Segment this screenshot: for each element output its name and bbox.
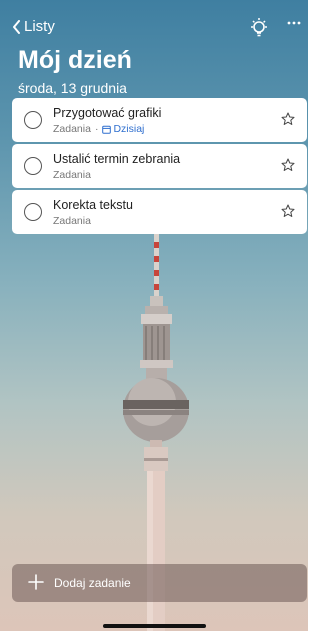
task-item[interactable]: Korekta tekstu Zadania (12, 190, 307, 234)
my-day-screen: Listy Mój dzień środa, 13 grudnia Przygo… (0, 0, 308, 631)
meta-separator: · (94, 123, 99, 135)
page-title: Mój dzień (18, 46, 132, 74)
complete-checkbox[interactable] (24, 111, 42, 129)
task-item[interactable]: Ustalić termin zebrania Zadania (12, 144, 307, 188)
task-meta: Zadania (53, 169, 91, 181)
back-label: Listy (24, 18, 55, 35)
task-list-name: Zadania (53, 215, 91, 227)
task-title: Przygotować grafiki (53, 106, 162, 120)
chevron-left-icon (13, 19, 20, 34)
plus-icon (28, 574, 44, 590)
add-task-label: Dodaj zadanie (54, 576, 131, 590)
more-options-button[interactable] (287, 16, 301, 35)
top-bar: Listy (0, 16, 308, 44)
task-meta: Zadania (53, 215, 91, 227)
lightbulb-icon (251, 18, 267, 37)
star-icon[interactable] (281, 204, 295, 218)
task-meta: Zadania · Dzisiaj (53, 123, 144, 135)
page-date: środa, 13 grudnia (18, 80, 127, 96)
complete-checkbox[interactable] (24, 203, 42, 221)
star-icon[interactable] (281, 158, 295, 172)
due-date: Dzisiaj (102, 123, 144, 135)
star-icon[interactable] (281, 112, 295, 126)
add-task-button[interactable]: Dodaj zadanie (12, 564, 307, 602)
due-date-label: Dzisiaj (113, 123, 145, 135)
task-item[interactable]: Przygotować grafiki Zadania · Dzisiaj (12, 98, 307, 142)
home-indicator (103, 624, 206, 628)
task-list: Przygotować grafiki Zadania · Dzisiaj Us… (12, 98, 307, 236)
task-list-name: Zadania (53, 123, 91, 135)
suggestions-button[interactable] (248, 17, 270, 44)
task-title: Ustalić termin zebrania (53, 152, 181, 166)
ellipsis-icon (287, 21, 301, 25)
complete-checkbox[interactable] (24, 157, 42, 175)
calendar-icon (102, 125, 112, 134)
task-list-name: Zadania (53, 169, 91, 181)
task-title: Korekta tekstu (53, 198, 133, 212)
back-button[interactable]: Listy (12, 18, 55, 35)
